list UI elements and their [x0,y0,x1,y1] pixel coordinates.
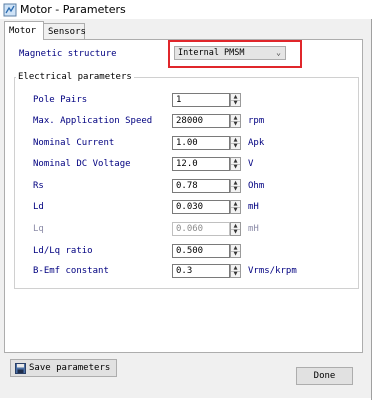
max-speed-label: Max. Application Speed [33,116,153,126]
max-speed-input[interactable]: 28000 [172,114,230,128]
save-parameters-label: Save parameters [29,363,111,373]
lq-input: 0.060 [172,222,230,236]
title-bar[interactable]: Motor - Parameters [0,0,374,19]
save-parameters-button[interactable]: Save parameters [10,359,117,377]
rs-unit: Ohm [248,181,265,191]
spin-buttons[interactable]: ▲ ▼ [230,114,241,128]
magnetic-structure-value: Internal PMSM [178,48,245,58]
pole-pairs-input[interactable]: 1 [172,93,230,107]
spin-down-icon[interactable]: ▼ [231,207,240,213]
magnetic-structure-label: Magnetic structure [19,49,117,59]
spin-buttons[interactable]: ▲ ▼ [230,200,241,214]
spin-buttons[interactable]: ▲ ▼ [230,244,241,258]
b-emf-constant-input[interactable]: 0.3 [172,264,230,278]
nominal-current-spinbox[interactable]: 1.00 ▲ ▼ [172,136,242,150]
rs-input[interactable]: 0.78 [172,179,230,193]
nominal-current-input[interactable]: 1.00 [172,136,230,150]
lq-spinbox: 0.060 ▲ ▼ [172,222,242,236]
spin-buttons: ▲ ▼ [230,222,241,236]
magnetic-structure-select[interactable]: Internal PMSM ⌄ [174,46,286,60]
spin-down-icon[interactable]: ▼ [231,164,240,170]
spin-down-icon[interactable]: ▼ [231,100,240,106]
window-title: Motor - Parameters [20,3,126,16]
spin-down-icon[interactable]: ▼ [231,121,240,127]
ld-spinbox[interactable]: 0.030 ▲ ▼ [172,200,242,214]
ld-lq-ratio-label: Ld/Lq ratio [33,246,93,256]
ld-lq-ratio-spinbox[interactable]: 0.500 ▲ ▼ [172,244,242,258]
b-emf-constant-label: B-Emf constant [33,266,109,276]
rs-label: Rs [33,181,44,191]
spin-down-icon[interactable]: ▼ [231,186,240,192]
spin-buttons[interactable]: ▲ ▼ [230,264,241,278]
ld-label: Ld [33,202,44,212]
spin-down-icon[interactable]: ▼ [231,271,240,277]
motor-parameters-window: Motor - Parameters Motor Sensors Magneti… [0,0,374,400]
chevron-down-icon: ⌄ [276,48,281,57]
b-emf-constant-spinbox[interactable]: 0.3 ▲ ▼ [172,264,242,278]
spin-down-icon[interactable]: ▼ [231,143,240,149]
pole-pairs-label: Pole Pairs [33,95,88,105]
floppy-disk-icon [15,363,26,374]
lq-label: Lq [33,224,44,234]
nominal-dc-voltage-spinbox[interactable]: 12.0 ▲ ▼ [172,157,242,171]
spin-buttons[interactable]: ▲ ▼ [230,93,241,107]
spin-buttons[interactable]: ▲ ▼ [230,179,241,193]
b-emf-constant-unit: Vrms/krpm [248,266,297,276]
nominal-dc-voltage-unit: V [248,159,254,169]
spin-buttons[interactable]: ▲ ▼ [230,157,241,171]
spin-down-icon: ▼ [233,229,238,235]
nominal-current-label: Nominal Current [33,138,115,148]
ld-lq-ratio-input[interactable]: 0.500 [172,244,230,258]
spin-buttons[interactable]: ▲ ▼ [230,136,241,150]
done-button[interactable]: Done [296,367,353,385]
tab-sensors[interactable]: Sensors [43,23,86,39]
app-icon [3,2,17,17]
electrical-parameters-title: Electrical parameters [16,72,134,82]
nominal-dc-voltage-input[interactable]: 12.0 [172,157,230,171]
lq-unit: mH [248,224,259,234]
max-speed-spinbox[interactable]: 28000 ▲ ▼ [172,114,242,128]
tab-motor[interactable]: Motor [4,21,44,40]
spin-down-icon[interactable]: ▼ [231,251,240,257]
nominal-current-unit: Apk [248,138,265,148]
ld-input[interactable]: 0.030 [172,200,230,214]
nominal-dc-voltage-label: Nominal DC Voltage [33,159,131,169]
pole-pairs-spinbox[interactable]: 1 ▲ ▼ [172,93,242,107]
max-speed-unit: rpm [248,116,265,126]
rs-spinbox[interactable]: 0.78 ▲ ▼ [172,179,242,193]
ld-unit: mH [248,202,259,212]
